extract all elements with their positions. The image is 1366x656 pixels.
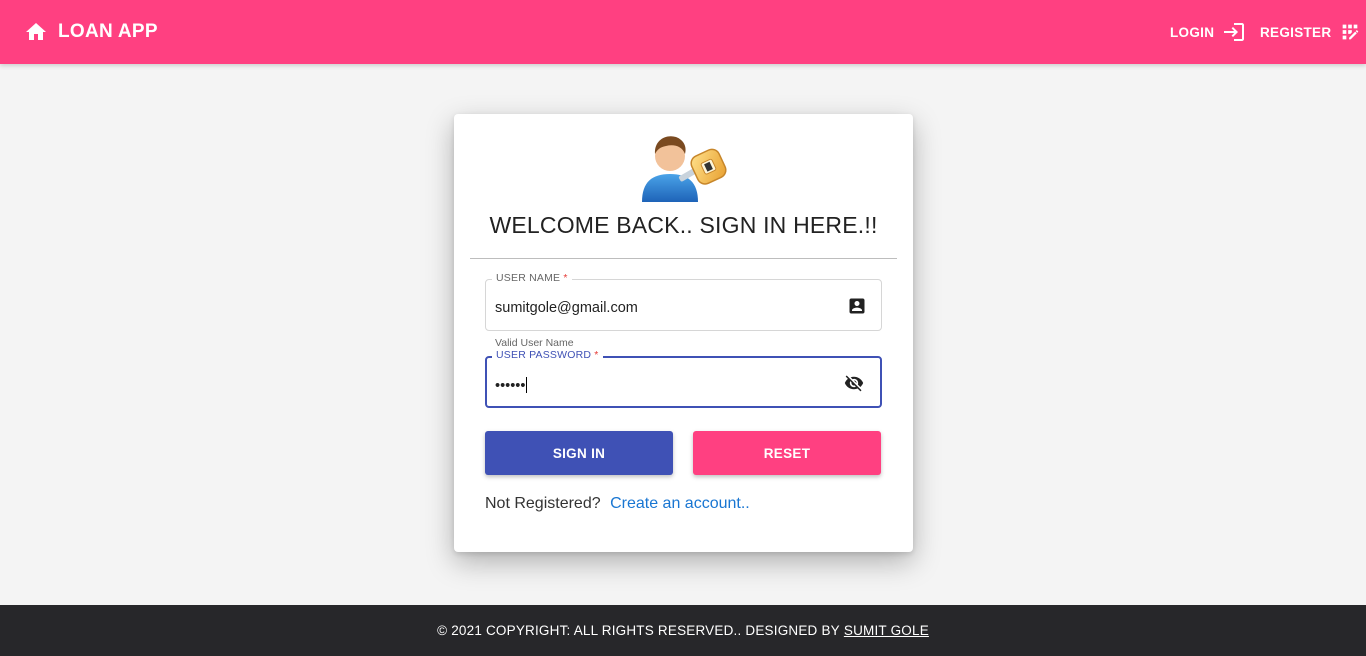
app-toolbar: LOAN APP LOGIN REGISTER: [0, 0, 1366, 64]
visibility-off-icon[interactable]: [844, 373, 864, 393]
required-marker: *: [594, 349, 599, 361]
login-icon: [1224, 23, 1245, 41]
brand-home-link[interactable]: LOAN APP: [24, 0, 158, 64]
register-prompt: Not Registered? Create an account..: [485, 495, 750, 513]
app-registration-icon: [1343, 24, 1359, 40]
password-label: USER PASSWORD *: [492, 349, 603, 361]
create-account-link[interactable]: Create an account..: [610, 495, 750, 512]
nav-register-label: REGISTER: [1260, 24, 1332, 40]
username-hint: Valid User Name: [495, 337, 574, 349]
user-key-icon: [642, 136, 727, 202]
heading-divider: [470, 258, 897, 259]
required-marker: *: [563, 272, 568, 284]
brand-title: LOAN APP: [58, 21, 158, 42]
username-input[interactable]: sumitgole@gmail.com: [495, 300, 638, 316]
contact-card-icon: [849, 298, 865, 314]
not-registered-text: Not Registered?: [485, 495, 601, 512]
username-field[interactable]: USER NAME * sumitgole@gmail.com: [485, 272, 882, 331]
password-field[interactable]: USER PASSWORD * ••••••: [485, 349, 882, 408]
login-card: WELCOME BACK.. SIGN IN HERE.!! USER NAME…: [454, 114, 913, 552]
nav-register-button[interactable]: REGISTER: [1260, 18, 1361, 46]
reset-button[interactable]: RESET: [693, 431, 881, 475]
nav-login-button[interactable]: LOGIN: [1170, 18, 1246, 46]
username-label: USER NAME *: [492, 272, 572, 284]
password-input[interactable]: ••••••: [495, 377, 528, 394]
author-link[interactable]: SUMIT GOLE: [844, 623, 929, 638]
sign-in-heading: WELCOME BACK.. SIGN IN HERE.!!: [489, 212, 878, 238]
page-footer: © 2021 COPYRIGHT: ALL RIGHTS RESERVED.. …: [0, 605, 1366, 656]
home-icon: [26, 23, 46, 40]
copyright-text: © 2021 COPYRIGHT: ALL RIGHTS RESERVED.. …: [437, 623, 840, 638]
sign-in-button[interactable]: SIGN IN: [485, 431, 673, 475]
nav-login-label: LOGIN: [1170, 24, 1215, 40]
